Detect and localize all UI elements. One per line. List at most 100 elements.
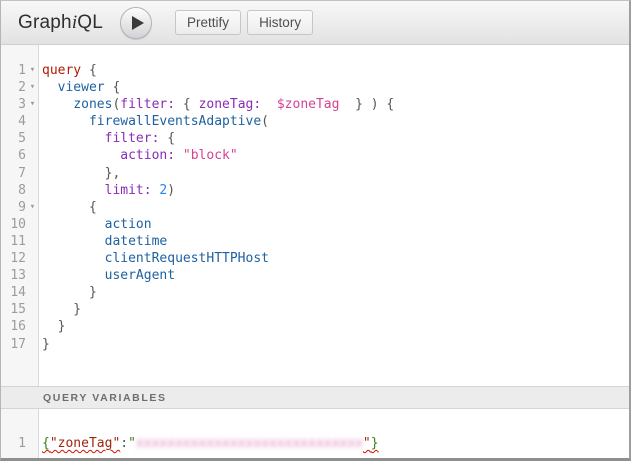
gutter-cell: 8 xyxy=(1,182,39,199)
line-number: 8 xyxy=(1,182,26,199)
code-line[interactable]: 1 {"zoneTag":"xxxxxxxxxxxxxxxxxxxxxxxxxxx… xyxy=(1,435,629,452)
fold-gutter-spacer xyxy=(26,336,39,353)
fold-gutter-spacer xyxy=(26,435,39,452)
code-text: } xyxy=(39,301,81,318)
fold-arrow-icon[interactable]: ▾ xyxy=(26,79,39,96)
line-number: 13 xyxy=(1,267,26,284)
code-line[interactable]: 4 firewallEventsAdaptive( xyxy=(1,113,629,130)
code-line[interactable]: 8 limit: 2) xyxy=(1,182,629,199)
gutter-cell: 1 xyxy=(1,435,39,452)
gutter-cell: 17 xyxy=(1,336,39,353)
fold-arrow-icon[interactable]: ▾ xyxy=(26,62,39,79)
code-line[interactable]: 2▾ viewer { xyxy=(1,79,629,96)
code-line[interactable]: 3▾ zones(filter: { zoneTag: $zoneTag } )… xyxy=(1,96,629,113)
fold-gutter-spacer xyxy=(26,250,39,267)
gutter-cell: 10 xyxy=(1,216,39,233)
line-number: 6 xyxy=(1,147,26,164)
fold-gutter-spacer xyxy=(26,301,39,318)
code-line[interactable]: 12 clientRequestHTTPHost xyxy=(1,250,629,267)
code-line[interactable]: 15 } xyxy=(1,301,629,318)
code-text: action xyxy=(39,216,152,233)
line-number: 4 xyxy=(1,113,26,130)
line-number: 5 xyxy=(1,130,26,147)
fold-gutter-spacer xyxy=(26,165,39,182)
variables-title-bar[interactable]: Query Variables xyxy=(1,386,629,409)
line-number: 12 xyxy=(1,250,26,267)
code-text: zones(filter: { zoneTag: $zoneTag } ) { xyxy=(39,96,394,113)
code-text: } xyxy=(39,336,50,353)
fold-gutter-spacer xyxy=(26,216,39,233)
code-text: {"zoneTag":"xxxxxxxxxxxxxxxxxxxxxxxxxxxx… xyxy=(39,435,379,452)
code-line[interactable]: 6 action: "block" xyxy=(1,147,629,164)
code-text: userAgent xyxy=(39,267,175,284)
fold-gutter-spacer xyxy=(26,267,39,284)
logo-text-post: QL xyxy=(77,12,103,33)
gutter-cell: 4 xyxy=(1,113,39,130)
query-editor[interactable]: 1▾query {2▾ viewer {3▾ zones(filter: { z… xyxy=(1,45,629,386)
gutter-cell: 12 xyxy=(1,250,39,267)
code-line[interactable]: 9▾ { xyxy=(1,199,629,216)
line-number: 15 xyxy=(1,301,26,318)
code-text: } xyxy=(39,318,65,335)
code-text: filter: { xyxy=(39,130,175,147)
line-number: 14 xyxy=(1,284,26,301)
gutter-cell: 6 xyxy=(1,147,39,164)
line-number: 7 xyxy=(1,165,26,182)
code-line[interactable]: 16 } xyxy=(1,318,629,335)
history-button[interactable]: History xyxy=(247,10,313,35)
gutter-cell: 7 xyxy=(1,165,39,182)
code-line[interactable]: 7 }, xyxy=(1,165,629,182)
query-variables-editor[interactable]: 1 {"zoneTag":"xxxxxxxxxxxxxxxxxxxxxxxxxxx… xyxy=(1,409,629,458)
fold-gutter-spacer xyxy=(26,284,39,301)
line-number: 9 xyxy=(1,199,26,216)
code-text: datetime xyxy=(39,233,167,250)
code-text: { xyxy=(39,199,97,216)
fold-gutter-spacer xyxy=(26,182,39,199)
line-number: 3 xyxy=(1,96,26,113)
code-line[interactable]: 1▾query { xyxy=(1,62,629,79)
line-number: 1 xyxy=(1,435,26,452)
gutter-cell: 3▾ xyxy=(1,96,39,113)
logo-text-pre: Graph xyxy=(18,12,72,33)
code-line[interactable]: 11 datetime xyxy=(1,233,629,250)
fold-gutter-spacer xyxy=(26,233,39,250)
line-number: 16 xyxy=(1,318,26,335)
gutter-cell: 15 xyxy=(1,301,39,318)
execute-query-button[interactable] xyxy=(120,7,152,39)
line-number: 17 xyxy=(1,336,26,353)
prettify-button[interactable]: Prettify xyxy=(175,10,241,35)
code-line[interactable]: 10 action xyxy=(1,216,629,233)
gutter-cell: 16 xyxy=(1,318,39,335)
code-line[interactable]: 13 userAgent xyxy=(1,267,629,284)
code-text: }, xyxy=(39,165,120,182)
fold-gutter-spacer xyxy=(26,318,39,335)
gutter-cell: 13 xyxy=(1,267,39,284)
code-text: action: "block" xyxy=(39,147,238,164)
line-number: 2 xyxy=(1,79,26,96)
fold-arrow-icon[interactable]: ▾ xyxy=(26,96,39,113)
line-number: 11 xyxy=(1,233,26,250)
gutter-cell: 11 xyxy=(1,233,39,250)
graphiql-logo: GraphiQL xyxy=(18,12,103,34)
fold-gutter-spacer xyxy=(26,113,39,130)
code-line[interactable]: 14 } xyxy=(1,284,629,301)
variables-title: Query Variables xyxy=(1,392,167,404)
toolbar: GraphiQL Prettify History xyxy=(1,1,629,45)
code-text: } xyxy=(39,284,97,301)
code-text: limit: 2) xyxy=(39,182,175,199)
gutter-cell: 5 xyxy=(1,130,39,147)
line-number: 1 xyxy=(1,62,26,79)
fold-gutter-spacer xyxy=(26,147,39,164)
code-text: query { xyxy=(39,62,97,79)
line-number: 10 xyxy=(1,216,26,233)
play-icon xyxy=(132,16,144,30)
fold-arrow-icon[interactable]: ▾ xyxy=(26,199,39,216)
gutter-cell: 1▾ xyxy=(1,62,39,79)
gutter-cell: 14 xyxy=(1,284,39,301)
fold-gutter-spacer xyxy=(26,130,39,147)
code-line[interactable]: 17} xyxy=(1,336,629,353)
graphiql-window: GraphiQL Prettify History 1▾query {2▾ vi… xyxy=(0,0,631,461)
gutter-cell: 2▾ xyxy=(1,79,39,96)
redacted-zone-tag-value: xxxxxxxxxxxxxxxxxxxxxxxxxxxxx xyxy=(136,436,363,451)
code-line[interactable]: 5 filter: { xyxy=(1,130,629,147)
